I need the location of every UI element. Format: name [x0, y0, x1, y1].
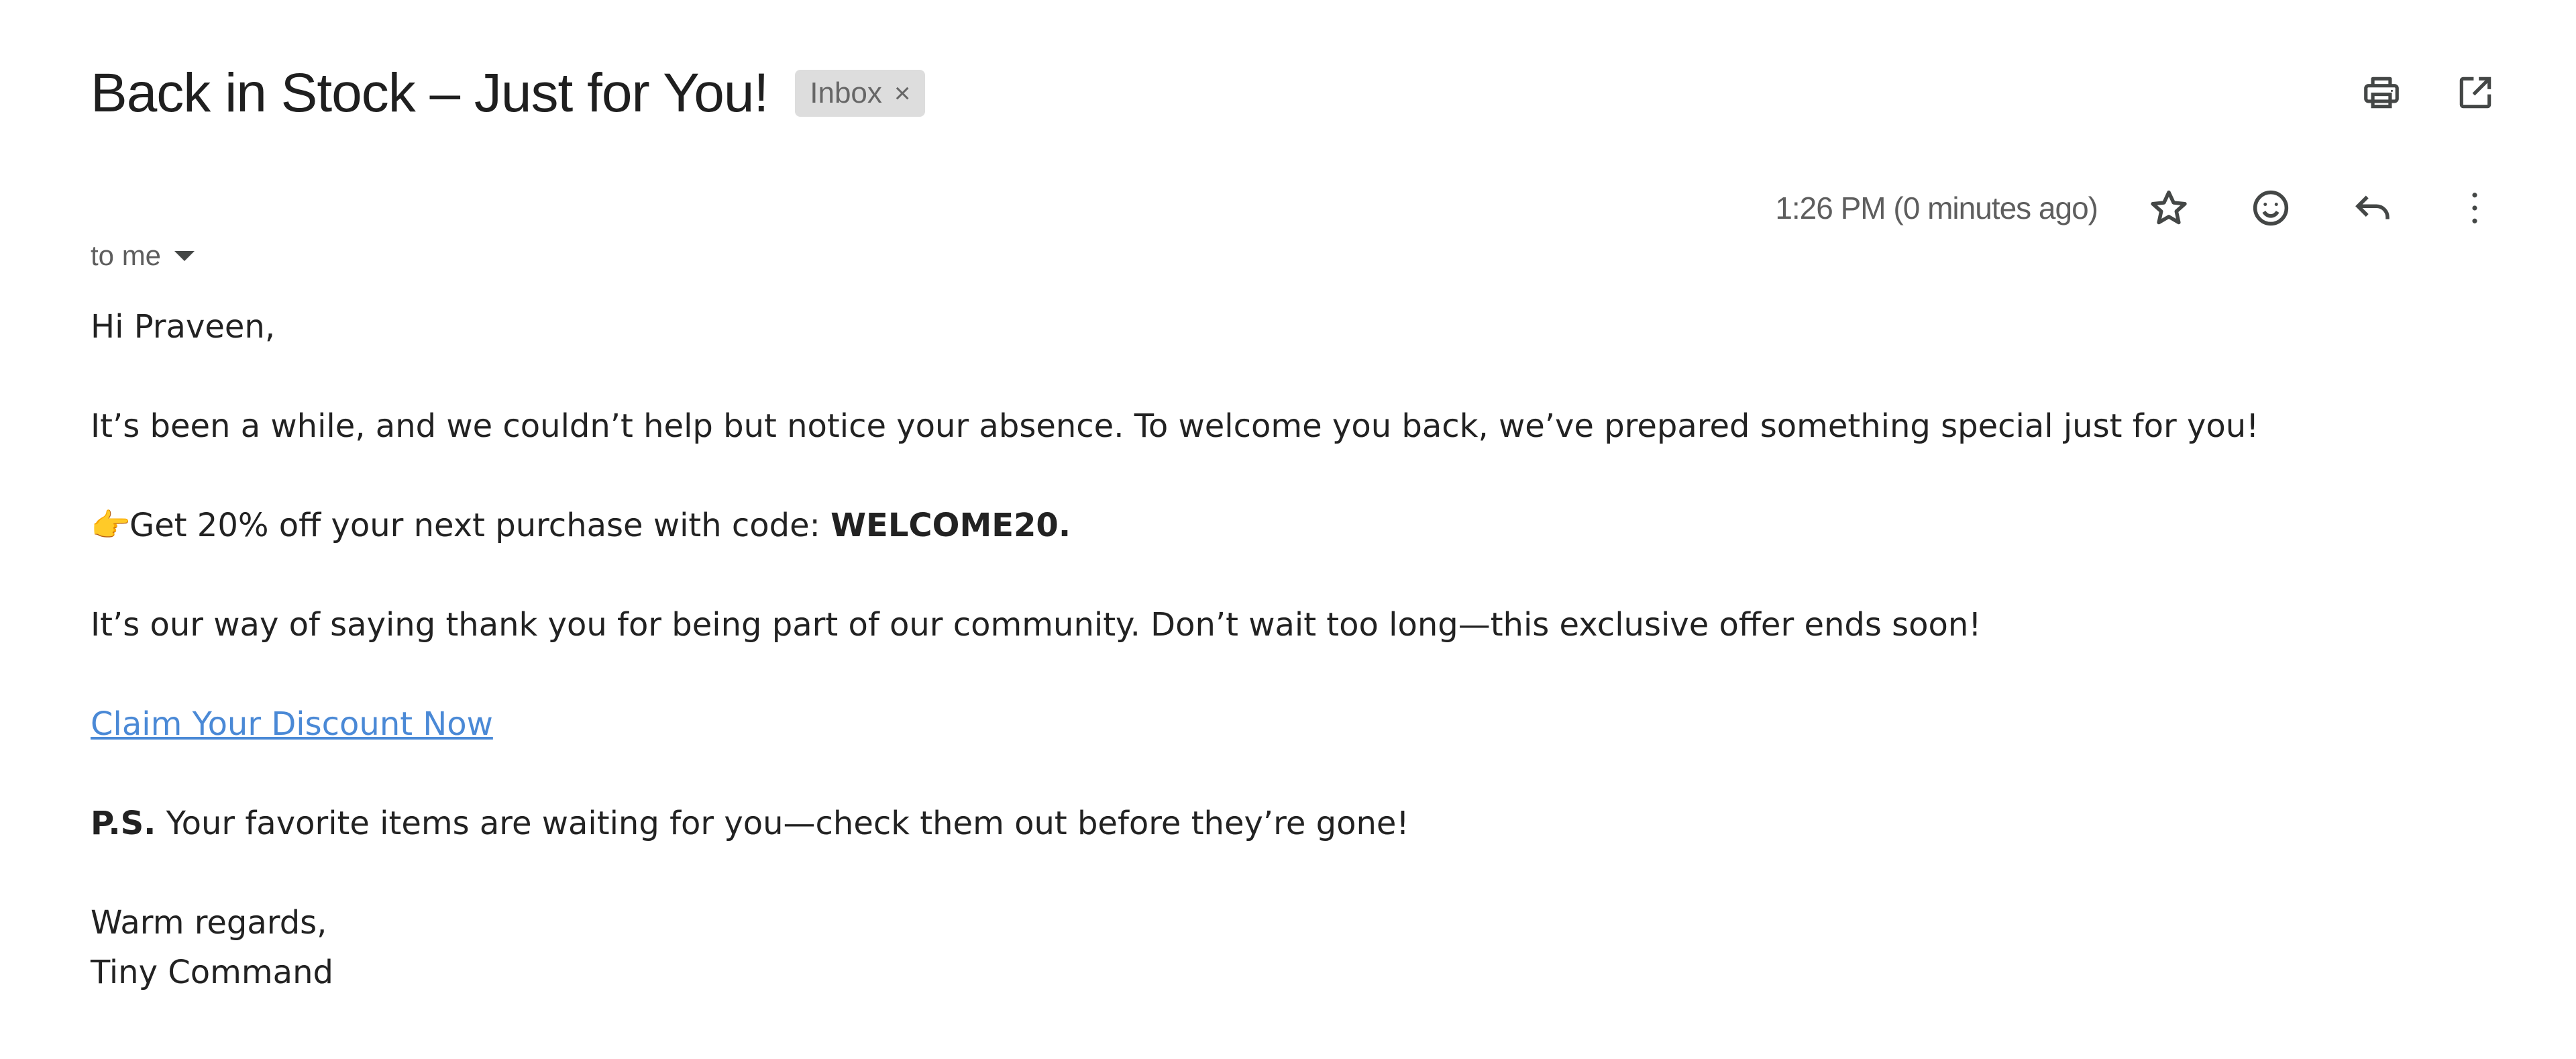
thread-toolbar [2355, 66, 2502, 119]
print-icon [2364, 77, 2399, 109]
star-icon [2151, 190, 2187, 225]
chevron-down-icon [174, 250, 195, 261]
claim-discount-link[interactable]: Claim Your Discount Now [91, 705, 493, 743]
reply-icon [2355, 195, 2390, 219]
signature-line: Tiny Command [91, 954, 333, 991]
star-button[interactable] [2138, 177, 2200, 239]
recipient-text: to me [91, 240, 162, 271]
cta-paragraph: Claim Your Discount Now [91, 699, 2506, 749]
email-subject-row: Back in Stock – Just for You! Inbox × [91, 56, 926, 130]
offer-paragraph: 👉Get 20% off your next purchase with cod… [91, 501, 2506, 550]
email-subject: Back in Stock – Just for You! [91, 62, 769, 123]
recipient-details-toggle[interactable]: to me [91, 239, 195, 272]
email-body: Hi Praveen, It’s been a while, and we co… [91, 302, 2506, 997]
remove-label-icon[interactable]: × [894, 77, 911, 109]
greeting-line: Hi Praveen, [91, 308, 276, 346]
discount-code: WELCOME20. [830, 507, 1071, 544]
more-vertical-icon [2472, 193, 2477, 223]
thanks-paragraph: It’s our way of saying thank you for bei… [91, 606, 1982, 644]
ps-text: Your favorite items are waiting for you—… [156, 805, 1409, 842]
emoji-reaction-icon [2253, 190, 2289, 226]
label-chip-text: Inbox [810, 77, 882, 109]
message-meta-row: 1:26 PM (0 minutes ago) [1775, 177, 2506, 239]
pointing-hand-emoji: 👉 [91, 507, 131, 544]
intro-paragraph: It’s been a while, and we couldn’t help … [91, 407, 2259, 445]
add-reaction-button[interactable] [2240, 177, 2302, 239]
message-timestamp: 1:26 PM (0 minutes ago) [1775, 191, 2098, 225]
open-in-new-window-button[interactable] [2449, 66, 2502, 119]
print-button[interactable] [2355, 66, 2408, 119]
email-view: Back in Stock – Just for You! Inbox × 1:… [0, 0, 2576, 1059]
reply-button[interactable] [2342, 177, 2404, 239]
signoff-line: Warm regards, [91, 904, 327, 942]
inbox-label-chip[interactable]: Inbox × [795, 70, 926, 117]
more-options-button[interactable] [2444, 177, 2506, 239]
open-in-new-window-icon [2459, 77, 2491, 109]
ps-label: P.S. [91, 805, 156, 842]
ps-paragraph: P.S. Your favorite items are waiting for… [91, 799, 2506, 848]
offer-text: Get 20% off your next purchase with code… [129, 507, 831, 544]
